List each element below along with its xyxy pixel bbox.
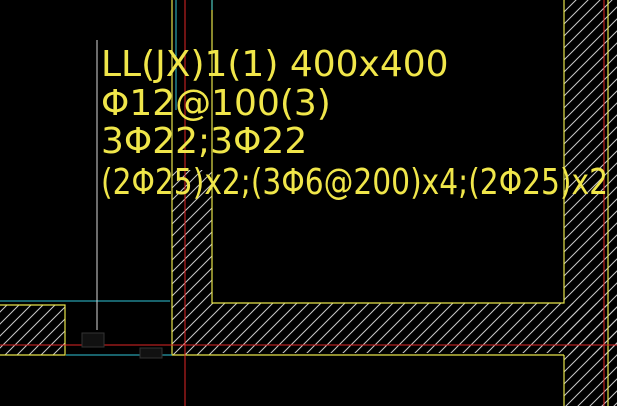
cad-canvas[interactable]: LL(JX)1(1) 400x400 Φ12@100(3) 3Φ22;3Φ22 … bbox=[0, 0, 617, 406]
annotation-line-2: Φ12@100(3) bbox=[101, 83, 331, 124]
annotation-line-3: 3Φ22;3Φ22 bbox=[101, 121, 307, 162]
annotation-line-4: (2Φ25)x2;(3Φ6@200)x4;(2Φ25)x2 bbox=[101, 162, 608, 203]
marker bbox=[81, 332, 105, 348]
annotation-line-1: LL(JX)1(1) 400x400 bbox=[101, 44, 449, 85]
marker bbox=[139, 347, 163, 359]
